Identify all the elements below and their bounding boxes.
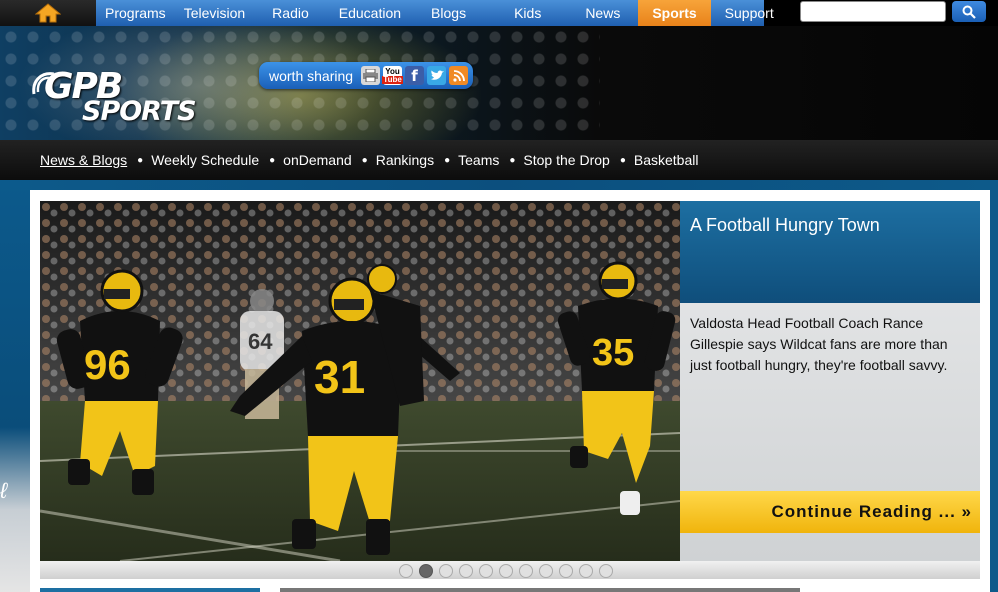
subnav-item-rankings[interactable]: Rankings (376, 152, 434, 168)
subnav-separator: ● (269, 154, 276, 166)
continue-reading-label: Continue Reading ... » (771, 502, 972, 521)
twitter-icon[interactable] (427, 66, 447, 85)
continue-reading-button[interactable]: Continue Reading ... » (680, 491, 980, 533)
subnav-separator: ● (509, 154, 516, 166)
nav-item-blogs[interactable]: Blogs (419, 0, 494, 26)
home-icon (35, 3, 61, 23)
jersey-number-96: 96 (84, 341, 131, 388)
carousel-dot-11[interactable] (599, 564, 613, 578)
subnav-separator: ● (619, 154, 626, 166)
subnav-item-teams[interactable]: Teams (458, 152, 499, 168)
nav-item-kids[interactable]: Kids (494, 0, 569, 26)
nav-item-education[interactable]: Education (327, 0, 419, 26)
logo-sports[interactable]: SPORTS (82, 96, 197, 127)
rss-icon[interactable] (449, 66, 469, 85)
nav-item-support[interactable]: Support (711, 0, 788, 26)
carousel-dot-10[interactable] (579, 564, 593, 578)
bottom-panel-right (280, 588, 800, 592)
feature-header: A Football Hungry Town (680, 201, 980, 303)
bottom-panel-left (40, 588, 260, 592)
nav-item-sports[interactable]: Sports (638, 0, 711, 26)
site-header: GPB SPORTS worth sharing You Tube f (0, 26, 998, 140)
section-nav: News & Blogs ● Weekly Schedule ● onDeman… (0, 140, 998, 180)
nav-item-news[interactable]: News (569, 0, 638, 26)
carousel-dot-7[interactable] (519, 564, 533, 578)
subnav-item-news-blogs[interactable]: News & Blogs (40, 152, 127, 168)
feature-photo[interactable]: 64 96 31 35 (40, 201, 680, 561)
carousel-dot-5[interactable] (479, 564, 493, 578)
nav-item-television[interactable]: Television (175, 0, 254, 26)
subnav-item-ondemand[interactable]: onDemand (283, 152, 352, 168)
carousel-dot-4[interactable] (459, 564, 473, 578)
primary-nav: Programs Television Radio Education Blog… (96, 0, 774, 26)
carousel-dot-9[interactable] (559, 564, 573, 578)
carousel-dot-1[interactable] (399, 564, 413, 578)
search-icon (962, 5, 976, 19)
subnav-separator: ● (361, 154, 368, 166)
jersey-number-35: 35 (592, 332, 634, 374)
youtube-icon[interactable]: You Tube (382, 66, 403, 85)
nav-item-programs[interactable]: Programs (96, 0, 175, 26)
subnav-separator: ● (137, 154, 144, 166)
carousel-dot-3[interactable] (439, 564, 453, 578)
home-button[interactable] (0, 0, 96, 26)
carousel-dot-2[interactable] (419, 564, 433, 578)
share-label: worth sharing (269, 67, 354, 84)
share-bar: worth sharing You Tube f (259, 62, 473, 89)
feature-title[interactable]: A Football Hungry Town (690, 215, 880, 236)
subnav-item-weekly-schedule[interactable]: Weekly Schedule (151, 152, 259, 168)
search-input[interactable] (800, 1, 946, 22)
subnav-item-basketball[interactable]: Basketball (634, 152, 699, 168)
jersey-number-64: 64 (248, 329, 273, 354)
carousel-dot-6[interactable] (499, 564, 513, 578)
subnav-item-stop-the-drop[interactable]: Stop the Drop (523, 152, 609, 168)
search-button[interactable] (952, 1, 986, 22)
carousel-dot-8[interactable] (539, 564, 553, 578)
football-players-illustration: 64 96 31 35 (40, 201, 680, 561)
edge-logo-icon: ℓ (0, 478, 8, 503)
print-icon[interactable] (361, 66, 381, 85)
jersey-number-31: 31 (314, 351, 365, 403)
nav-item-radio[interactable]: Radio (254, 0, 327, 26)
subnav-separator: ● (444, 154, 451, 166)
left-edge-panel (0, 180, 30, 592)
feature-panel: A Football Hungry Town Valdosta Head Foo… (680, 201, 980, 561)
facebook-icon[interactable]: f (405, 66, 425, 85)
carousel-pager (399, 564, 613, 578)
feature-description: Valdosta Head Football Coach Rance Gille… (690, 315, 948, 373)
top-nav: Programs Television Radio Education Blog… (0, 0, 998, 26)
